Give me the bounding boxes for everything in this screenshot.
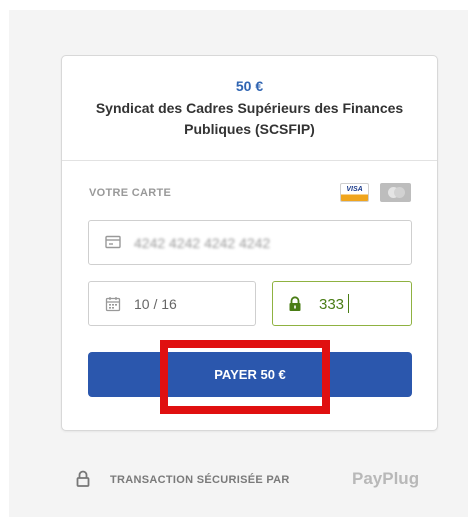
calendar-icon (105, 296, 121, 317)
payment-card: 50 € Syndicat des Cadres Supérieurs des … (61, 55, 438, 431)
visa-logo-text: VISA (346, 186, 363, 193)
secure-footer: TRANSACTION SÉCURISÉE PAR PayPlug (76, 469, 436, 492)
lock-icon (76, 470, 90, 492)
secure-transaction-text: TRANSACTION SÉCURISÉE PAR (110, 474, 290, 486)
mastercard-icon (380, 183, 411, 202)
visa-logo: VISA (340, 183, 369, 202)
cvc-field[interactable]: 333 (272, 281, 412, 326)
expiry-value: 10 / 16 (134, 296, 177, 312)
payment-header: 50 € Syndicat des Cadres Supérieurs des … (62, 56, 437, 161)
text-caret (348, 294, 349, 313)
card-number-value: 4242 4242 4242 4242 (134, 235, 271, 251)
card-section-label: VOTRE CARTE (89, 187, 172, 199)
cvc-value: 333 (319, 296, 345, 313)
lock-icon (288, 296, 302, 317)
page-frame: 50 € Syndicat des Cadres Supérieurs des … (0, 0, 476, 517)
expiry-field[interactable]: 10 / 16 (88, 281, 256, 326)
payment-amount: 50 € (235, 78, 264, 94)
credit-card-icon (105, 235, 121, 254)
pay-button[interactable]: PAYER 50 € (88, 352, 412, 397)
payplug-logo: PayPlug (352, 469, 420, 488)
merchant-name: Syndicat des Cadres Supérieurs des Finan… (95, 100, 404, 137)
card-number-field[interactable]: 4242 4242 4242 4242 (88, 220, 412, 265)
